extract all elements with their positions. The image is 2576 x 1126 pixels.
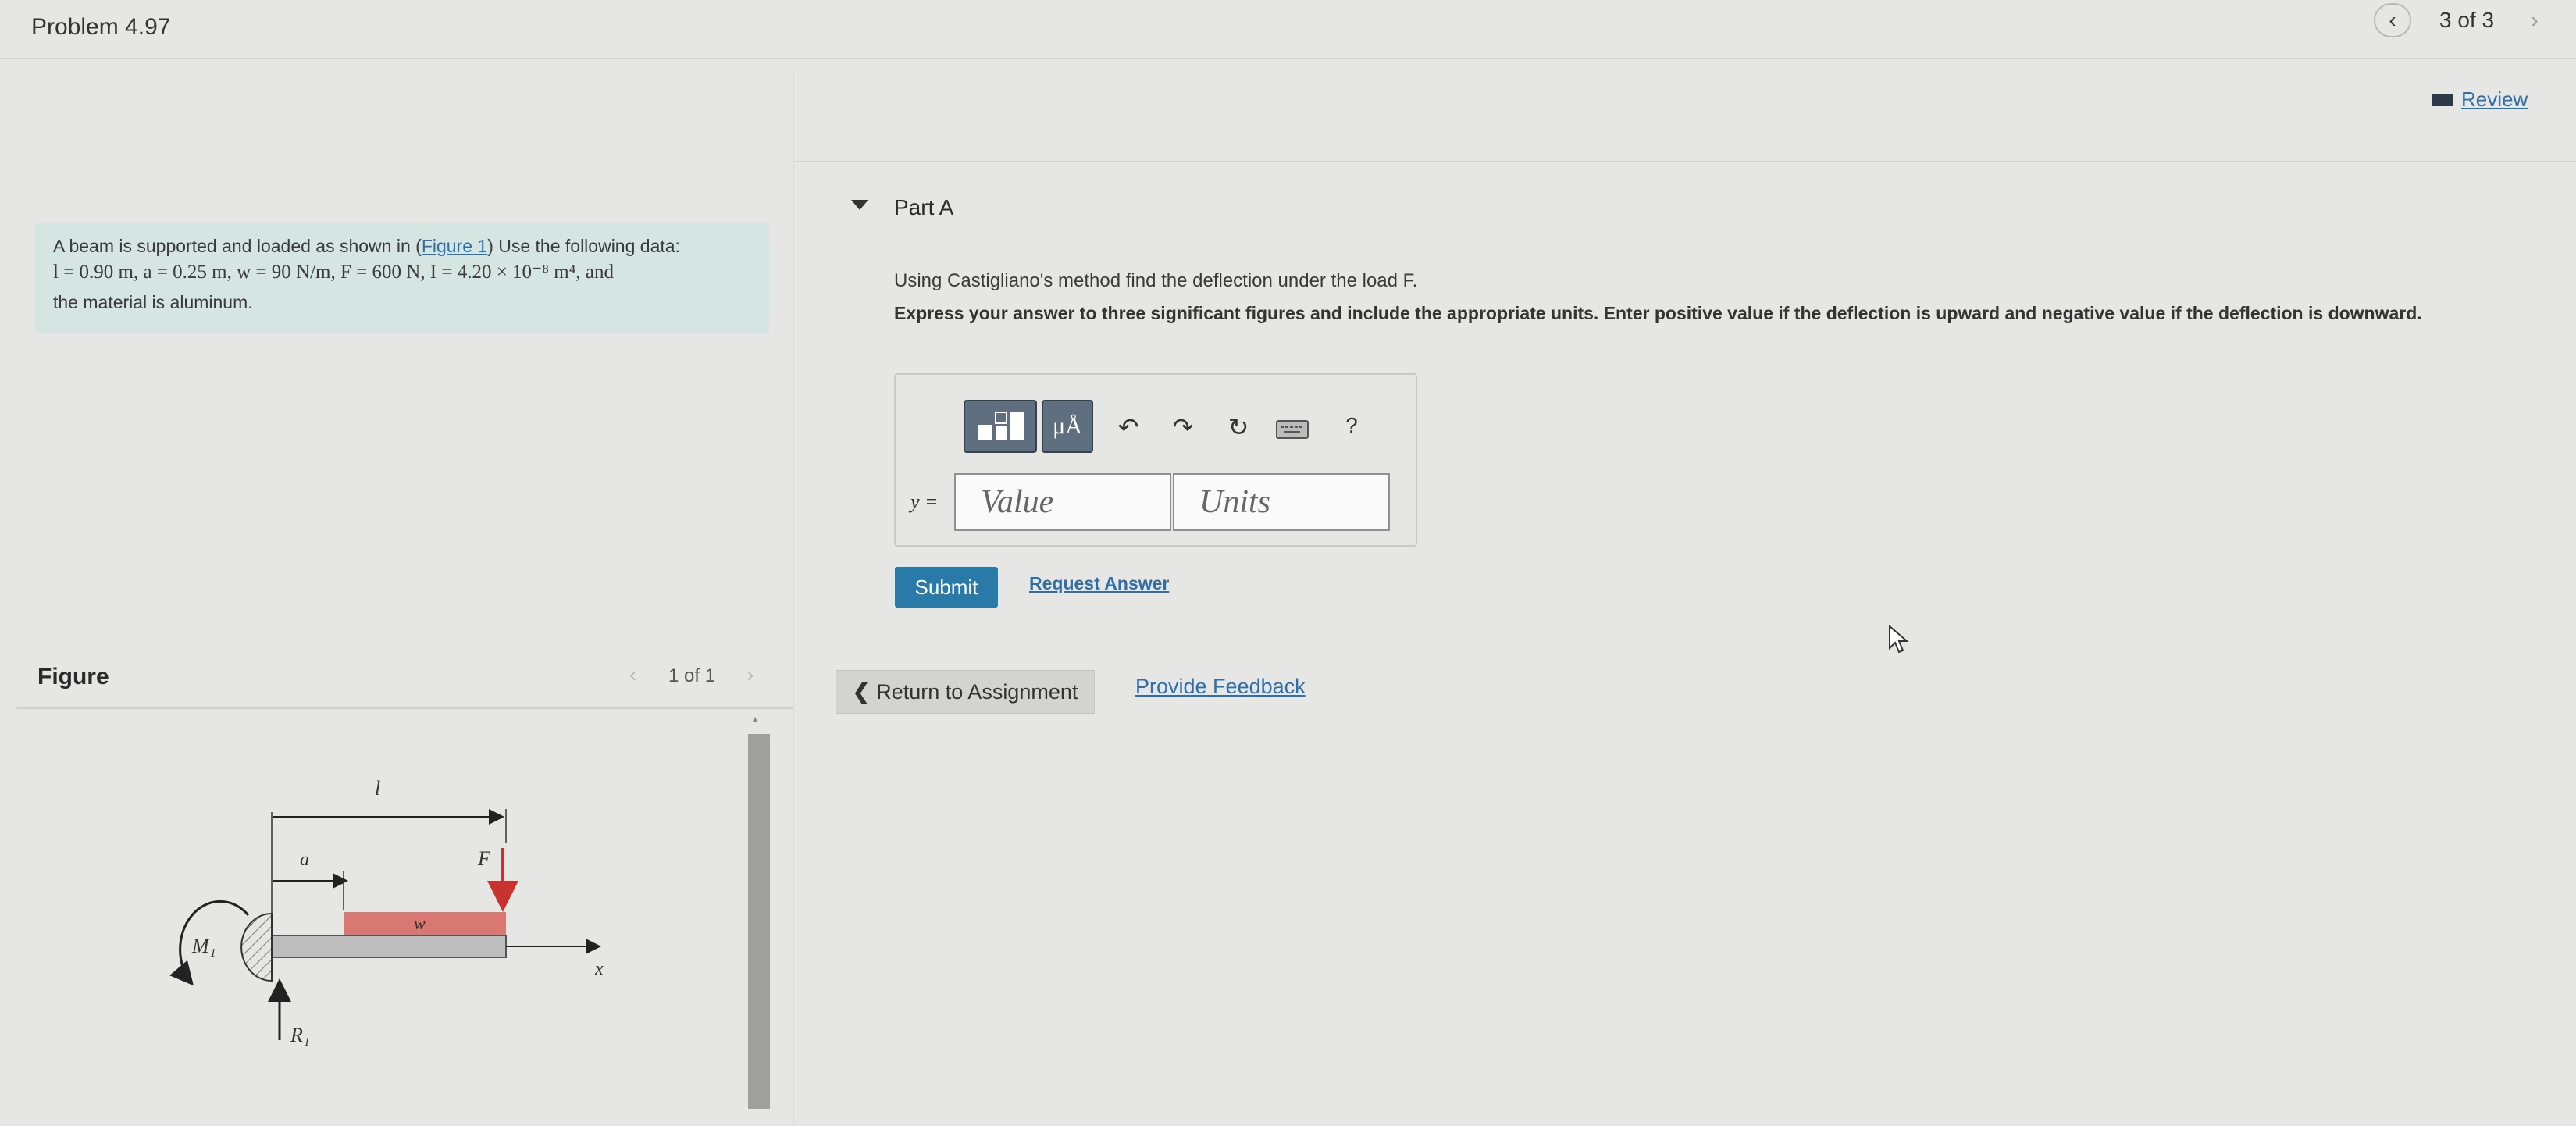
collapse-caret-icon[interactable] (851, 200, 868, 210)
problem-title: Problem 4.97 (31, 14, 171, 40)
keyboard-button[interactable] (1276, 420, 1309, 439)
part-a-title[interactable]: Part A (894, 195, 953, 220)
fixed-support (240, 912, 273, 982)
figure-link[interactable]: Figure 1 (422, 236, 487, 256)
reaction-R1-label: R₁ (290, 1024, 310, 1046)
load-w-label: w (414, 914, 426, 933)
help-button[interactable]: ? (1340, 408, 1363, 444)
problem-data-line: l = 0.90 m, a = 0.25 m, w = 90 N/m, F = … (53, 262, 614, 283)
refresh-icon: ↻ (1227, 413, 1249, 441)
beam (271, 935, 507, 958)
dim-a-label: a (300, 850, 309, 870)
part-a-instructions: Express your answer to three significant… (894, 303, 2422, 323)
chevron-left-icon: ‹ (2389, 8, 2396, 32)
header-divider (0, 58, 2576, 59)
review-divider (794, 161, 2576, 162)
units-input[interactable] (1173, 473, 1390, 531)
intro-text-end: ) Use the following data: (487, 236, 680, 256)
dim-l-label: l (375, 777, 380, 800)
figure-next-button[interactable]: › (746, 662, 754, 687)
units-mu-a-icon: μÅ (1053, 413, 1082, 439)
chevron-right-icon: › (2531, 8, 2539, 32)
templates-icon (978, 412, 1024, 440)
review-book-icon[interactable] (2432, 94, 2453, 106)
submit-button[interactable]: Submit (895, 567, 998, 608)
scroll-up-arrow-icon[interactable]: ▲ (750, 714, 761, 725)
chevron-right-icon: › (746, 662, 754, 686)
chevron-left-icon: ❮ (852, 679, 871, 704)
mouse-pointer-icon (1889, 625, 1909, 654)
answer-variable-label: y = (910, 490, 939, 513)
help-question-icon: ? (1345, 413, 1358, 437)
figure-heading: Figure (37, 664, 109, 689)
problem-intro-line: A beam is supported and loaded as shown … (53, 233, 680, 259)
keyboard-icon (1281, 426, 1302, 433)
beam-figure: l a w F M₁ x R₁ (169, 777, 604, 1046)
figure-divider (16, 707, 793, 709)
force-F-label: F (477, 847, 491, 870)
undo-icon: ↶ (1117, 413, 1139, 441)
return-to-assignment-button[interactable]: ❮ Return to Assignment (836, 670, 1095, 714)
previous-problem-button[interactable]: ‹ (2374, 3, 2411, 37)
value-input[interactable] (954, 473, 1171, 531)
redo-button[interactable]: ↷ (1163, 409, 1202, 445)
moment-M1-label: M₁ (191, 935, 216, 957)
problem-pager-text: 3 of 3 (2439, 8, 2495, 32)
redo-icon: ↷ (1172, 413, 1194, 441)
return-to-assignment-label: Return to Assignment (876, 679, 1078, 704)
column-divider (793, 70, 794, 1126)
part-a-question: Using Castigliano's method find the defl… (894, 270, 1418, 291)
chevron-left-icon: ‹ (629, 662, 637, 686)
undo-button[interactable]: ↶ (1109, 409, 1148, 445)
units-button[interactable]: μÅ (1042, 400, 1093, 453)
figure-scrollbar[interactable] (748, 734, 770, 1109)
problem-material-line: the material is aluminum. (53, 292, 253, 312)
provide-feedback-link[interactable]: Provide Feedback (1135, 675, 1306, 699)
templates-button[interactable] (964, 400, 1037, 453)
figure-counter: 1 of 1 (668, 665, 716, 686)
figure-prev-button[interactable]: ‹ (629, 662, 636, 687)
review-link[interactable]: Review (2461, 87, 2528, 112)
next-problem-button[interactable]: › (2516, 3, 2553, 37)
request-answer-link[interactable]: Request Answer (1029, 573, 1169, 594)
reset-button[interactable]: ↻ (1217, 409, 1260, 445)
x-axis-label: x (594, 959, 604, 979)
intro-text: A beam is supported and loaded as shown … (53, 236, 422, 256)
